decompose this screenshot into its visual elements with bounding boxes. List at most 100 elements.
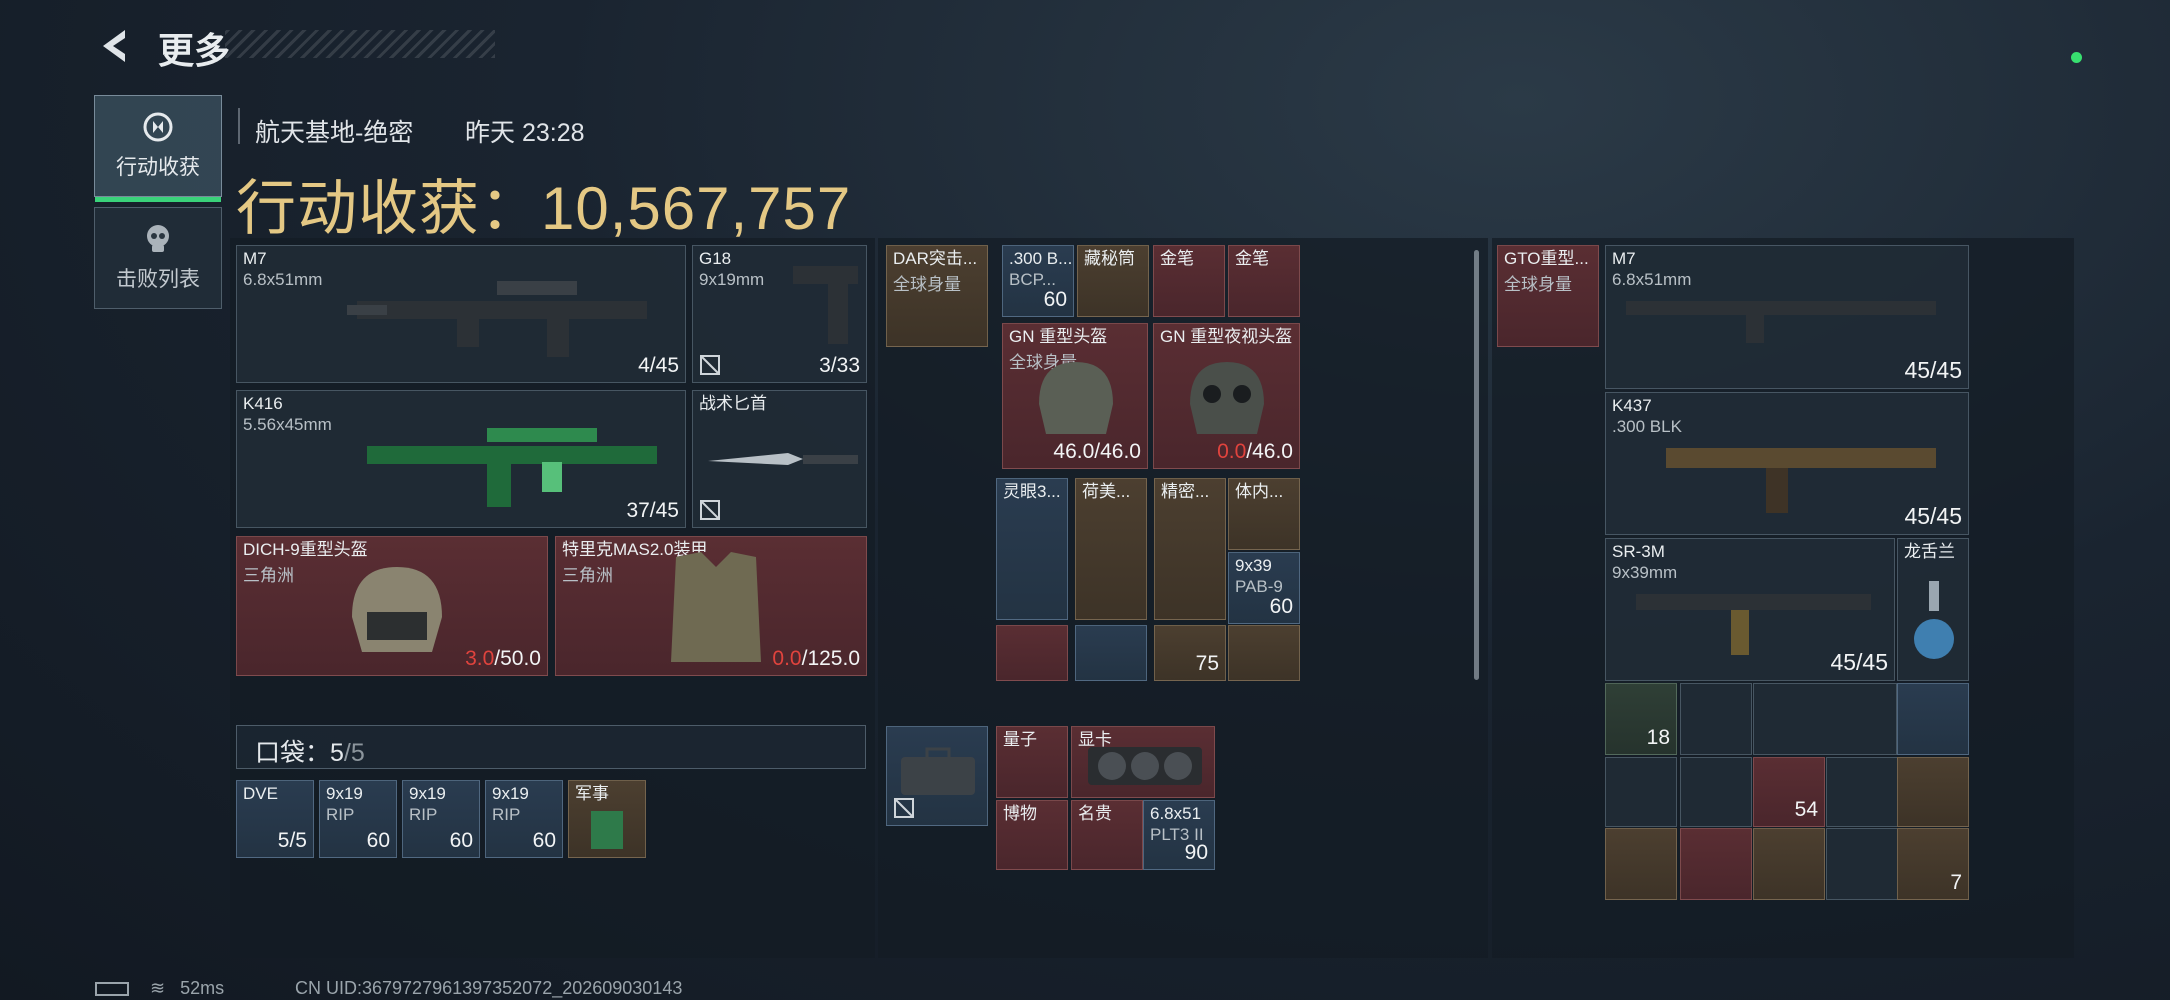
slot-melee[interactable]: 战术匕首 — [692, 390, 867, 528]
right-item[interactable] — [1826, 828, 1898, 900]
item-count: 60 — [366, 829, 390, 852]
backpack-item[interactable]: 精密... — [1154, 478, 1226, 620]
right-item[interactable] — [1753, 828, 1825, 900]
rifle-icon — [347, 281, 647, 357]
right-item[interactable] — [1680, 683, 1752, 755]
durability-current: 0.0 — [772, 647, 802, 670]
backpack-item[interactable]: 9x39 PAB-9 60 — [1228, 552, 1300, 624]
item-caliber: 6.8x51mm — [243, 270, 323, 289]
slot-primary-weapon[interactable]: M7 6.8x51mm 4/45 — [236, 245, 686, 383]
backpack-item[interactable]: DAR突击... 全球身量 — [886, 245, 988, 347]
right-item[interactable] — [1680, 828, 1752, 900]
helmet-icon — [352, 567, 442, 652]
item-name: 9x39 — [1235, 556, 1272, 575]
right-weapon[interactable]: SR-3M 9x39mm 45/45 — [1605, 538, 1895, 681]
backpack-item[interactable]: 体内... — [1228, 478, 1300, 550]
item-caliber: 9x19mm — [699, 270, 765, 289]
item-count: 18 — [1646, 726, 1670, 749]
scrollbar[interactable] — [1474, 250, 1479, 680]
slot-helmet[interactable]: DICH-9重型头盔 三角洲 3.0/50.0 — [236, 536, 548, 676]
haul-value: 10,567,757 — [541, 175, 852, 242]
right-weapon[interactable]: M7 6.8x51mm 45/45 — [1605, 245, 1969, 389]
backpack-item[interactable]: GN 重型头盔 全球身量 46.0/46.0 — [1002, 323, 1148, 469]
item-count: 54 — [1794, 798, 1818, 821]
item-name: 9x19 — [409, 784, 446, 803]
item-origin: 三角洲 — [243, 566, 294, 585]
backpack-item[interactable]: 荷美... — [1075, 478, 1147, 620]
title-stripe — [225, 30, 495, 58]
online-status-dot — [2071, 52, 2082, 63]
item-name: 9x19 — [492, 784, 529, 803]
right-item[interactable] — [1897, 757, 1969, 827]
durability-max: /46.0 — [1246, 440, 1293, 463]
graphics-card-icon — [1088, 747, 1202, 785]
tab-kills[interactable]: 击败列表 — [94, 207, 222, 309]
backpack-item[interactable]: 灵眼3... — [996, 478, 1068, 620]
right-item[interactable]: 7 — [1897, 828, 1969, 900]
backpack-item[interactable]: 75 — [1154, 625, 1226, 681]
durability: 46.0/46.0 — [1053, 440, 1141, 463]
right-item[interactable] — [1680, 757, 1752, 827]
chevron-left-icon[interactable] — [95, 26, 135, 66]
right-item[interactable]: 龙舌兰 — [1897, 538, 1969, 681]
item-name: K416 — [243, 394, 283, 413]
item-name: 9x19 — [326, 784, 363, 803]
item-count: 60 — [1043, 288, 1067, 311]
right-item[interactable] — [1897, 683, 1969, 755]
item-name: 灵眼3... — [1003, 482, 1061, 501]
item-sub: BCP... — [1009, 270, 1056, 289]
item-name: GN 重型头盔 — [1009, 327, 1108, 346]
right-item[interactable] — [1826, 757, 1898, 827]
backpack-item[interactable]: 金笔 — [1153, 245, 1225, 317]
right-item[interactable]: 54 — [1753, 757, 1825, 827]
backpack-item[interactable]: GN 重型夜视头盔 0.0/46.0 — [1153, 323, 1300, 469]
durability-max: /125.0 — [801, 647, 860, 670]
pocket-item[interactable]: 军事 — [568, 780, 646, 858]
backpack-item[interactable]: 博物 — [996, 800, 1068, 870]
ammo-count: 3/33 — [819, 354, 860, 377]
right-item[interactable] — [1605, 828, 1677, 900]
right-item[interactable] — [1605, 757, 1677, 827]
page-title: 更多 — [158, 30, 231, 71]
no-insurance-icon — [894, 798, 914, 818]
pocket-item[interactable]: 9x19 RIP 60 — [319, 780, 397, 858]
pocket-item[interactable]: DVE 5/5 — [236, 780, 314, 858]
item-count: 60 — [532, 829, 556, 852]
ammo-count: 37/45 — [626, 499, 679, 522]
slot-primary-weapon-2[interactable]: K416 5.56x45mm 37/45 — [236, 390, 686, 528]
right-item[interactable]: 18 — [1605, 683, 1677, 755]
tab-loot[interactable]: 行动收获 — [94, 95, 222, 202]
backpack-item[interactable]: 藏秘筒 — [1077, 245, 1149, 317]
backpack-item[interactable]: .300 B... BCP... 60 — [1002, 245, 1074, 317]
backpack-item[interactable] — [996, 625, 1068, 681]
backpack-item[interactable]: 6.8x51 PLT3 II 90 — [1143, 800, 1215, 870]
slot-secondary-weapon[interactable]: G18 9x19mm 3/33 — [692, 245, 867, 383]
right-weapon[interactable]: K437 .300 BLK 45/45 — [1605, 392, 1969, 535]
right-item[interactable]: GTO重型... 全球身量 — [1497, 245, 1599, 347]
backpack-item[interactable]: 显卡 — [1071, 726, 1215, 798]
pocket-item[interactable]: 9x19 RIP 60 — [402, 780, 480, 858]
item-sub: 全球身量 — [893, 275, 961, 294]
slot-armor[interactable]: 特里克MAS2.0装甲 三角洲 0.0/125.0 — [555, 536, 867, 676]
pocket-title: 口袋：5/5 — [255, 733, 365, 769]
raid-location: 航天基地-绝密 — [255, 119, 414, 147]
pocket-item[interactable]: 9x19 RIP 60 — [485, 780, 563, 858]
pistol-icon — [793, 266, 858, 344]
backpack-case[interactable] — [886, 726, 988, 826]
backpack-item[interactable] — [1228, 625, 1300, 681]
item-count: 5/5 — [277, 829, 307, 852]
item-count: 60 — [449, 829, 473, 852]
item-sub: PAB-9 — [1235, 577, 1283, 596]
item-sub: RIP — [492, 805, 521, 824]
backpack-item[interactable]: 名贵 — [1071, 800, 1143, 870]
backpack-item[interactable] — [1075, 625, 1147, 681]
item-name: 体内... — [1235, 482, 1284, 501]
armor-vest-icon — [671, 552, 761, 662]
item-sub: RIP — [409, 805, 438, 824]
backpack-item[interactable]: 金笔 — [1228, 245, 1300, 317]
backpack-item[interactable]: 量子 — [996, 726, 1068, 798]
ammo-count: 45/45 — [1904, 503, 1962, 529]
right-item[interactable] — [1753, 683, 1897, 755]
item-name: 名贵 — [1078, 804, 1112, 823]
item-name: 藏秘筒 — [1084, 249, 1135, 268]
